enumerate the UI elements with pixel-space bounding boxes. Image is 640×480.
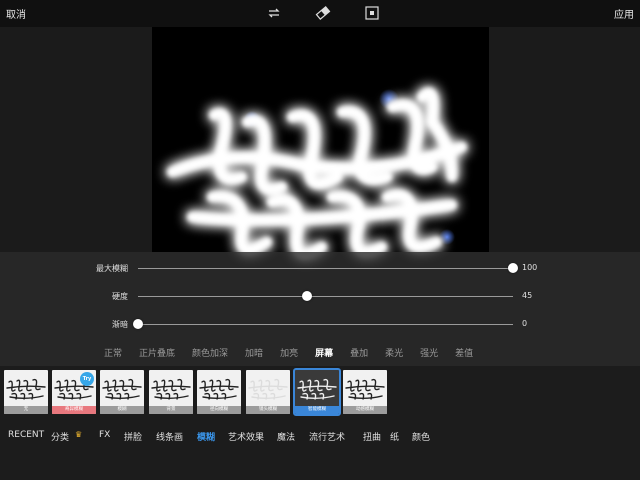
slider-hardness[interactable]: 硬度 45 (0, 286, 640, 306)
effect-thumbnails: 无 Try 奇异模糊 模糊 背景 径向模糊 镜头模糊 智能模糊 动感模糊 (0, 366, 640, 418)
cancel-button[interactable]: 取消 (6, 6, 26, 21)
category-tab[interactable]: 艺术效果 (228, 430, 264, 443)
thumbnail-caption: 奇异模糊 (52, 406, 96, 414)
slider-track[interactable] (138, 268, 513, 269)
blend-mode-item[interactable]: 差值 (455, 346, 473, 359)
category-tab[interactable]: 流行艺术 (309, 430, 345, 443)
blend-mode-item[interactable]: 加亮 (280, 346, 298, 359)
slider-label: 最大模糊 (96, 264, 128, 273)
apply-button[interactable]: 应用 (614, 6, 634, 21)
effect-thumbnail[interactable]: 径向模糊 (197, 370, 241, 414)
slider-track[interactable] (138, 296, 513, 297)
blend-mode-list: 正常 正片叠底 颜色加深 加暗 加亮 屏幕 叠加 柔光 强光 差值 (104, 346, 490, 359)
thumbnail-image (102, 378, 142, 400)
slider-label: 硬度 (112, 292, 128, 301)
thumbnail-image (151, 378, 191, 400)
blend-mode-item[interactable]: 柔光 (385, 346, 403, 359)
effect-thumbnail[interactable]: 无 (4, 370, 48, 414)
thumbnail-caption: 智能模糊 (295, 406, 339, 414)
thumbnail-caption: 动感模糊 (343, 406, 387, 414)
slider-label: 渐暗 (112, 320, 128, 329)
slider-knob[interactable] (133, 319, 143, 329)
effect-thumbnail[interactable]: 动感模糊 (343, 370, 387, 414)
slider-max-blur[interactable]: 最大模糊 100 (0, 258, 640, 278)
blend-mode-item[interactable]: 正片叠底 (139, 346, 175, 359)
slider-value: 45 (522, 291, 533, 300)
category-bar: RECENT 分类 ♛ FX 拼脸 线条画 模糊 艺术效果 魔法 流行艺术 扭曲纸颜色 (0, 418, 640, 480)
slider-track[interactable] (138, 324, 513, 325)
category-tab[interactable]: 拼脸 (124, 430, 142, 443)
slider-fade[interactable]: 渐暗 0 (0, 314, 640, 334)
category-tab[interactable]: FX (99, 430, 110, 440)
try-badge: Try (80, 372, 94, 386)
blend-mode-item[interactable]: 屏幕 (315, 346, 333, 359)
eraser-icon[interactable] (315, 5, 331, 21)
swap-icon[interactable] (266, 5, 282, 21)
thumbnail-caption: 镜头模糊 (246, 406, 290, 414)
effect-thumbnail[interactable]: 背景 (149, 370, 193, 414)
category-tab[interactable]: 颜色 (412, 430, 430, 443)
top-toolbar (266, 5, 380, 21)
blend-mode-item[interactable]: 加暗 (245, 346, 263, 359)
blend-mode-item[interactable]: 强光 (420, 346, 438, 359)
effect-thumbnail[interactable]: 镜头模糊 (246, 370, 290, 414)
left-margin (0, 27, 152, 252)
slider-value: 0 (522, 319, 528, 328)
blend-mode-item[interactable]: 颜色加深 (192, 346, 228, 359)
crown-icon: ♛ (75, 430, 83, 439)
adjustment-panel: 最大模糊 100 硬度 45 渐暗 0 正常 正片叠底 颜色加深 加暗 加亮 屏幕 叠加 柔光… (0, 252, 640, 366)
slider-knob[interactable] (301, 291, 312, 301)
effect-thumbnail[interactable]: Try 奇异模糊 (52, 370, 96, 414)
category-tab[interactable]: 分类 (51, 430, 69, 443)
effect-thumbnail[interactable]: 模糊 (100, 370, 144, 414)
thumbnail-caption: 径向模糊 (197, 406, 241, 414)
compare-icon[interactable] (364, 5, 380, 21)
thumbnail-image (6, 378, 46, 400)
thumbnail-image (297, 378, 337, 400)
slider-value: 100 (522, 263, 538, 272)
thumbnail-image (345, 378, 385, 400)
thumbnail-image (248, 378, 288, 400)
thumbnail-image (199, 378, 239, 400)
category-tab[interactable]: RECENT (8, 430, 44, 440)
thumbnail-caption: 模糊 (100, 406, 144, 414)
category-tab[interactable]: 线条画 (156, 430, 183, 443)
category-tab[interactable]: 模糊 (197, 430, 215, 443)
thumbnail-caption: 背景 (149, 406, 193, 414)
category-tab[interactable]: 纸 (390, 430, 399, 443)
blend-mode-item[interactable]: 正常 (104, 346, 122, 359)
category-tab[interactable]: 扭曲 (363, 430, 381, 443)
right-margin (489, 27, 640, 252)
thumbnail-caption: 无 (4, 406, 48, 414)
blend-mode-item[interactable]: 叠加 (350, 346, 368, 359)
effect-thumbnail[interactable]: 智能模糊 (293, 368, 341, 416)
slider-knob[interactable] (508, 263, 518, 273)
category-tab[interactable]: 魔法 (277, 430, 295, 443)
